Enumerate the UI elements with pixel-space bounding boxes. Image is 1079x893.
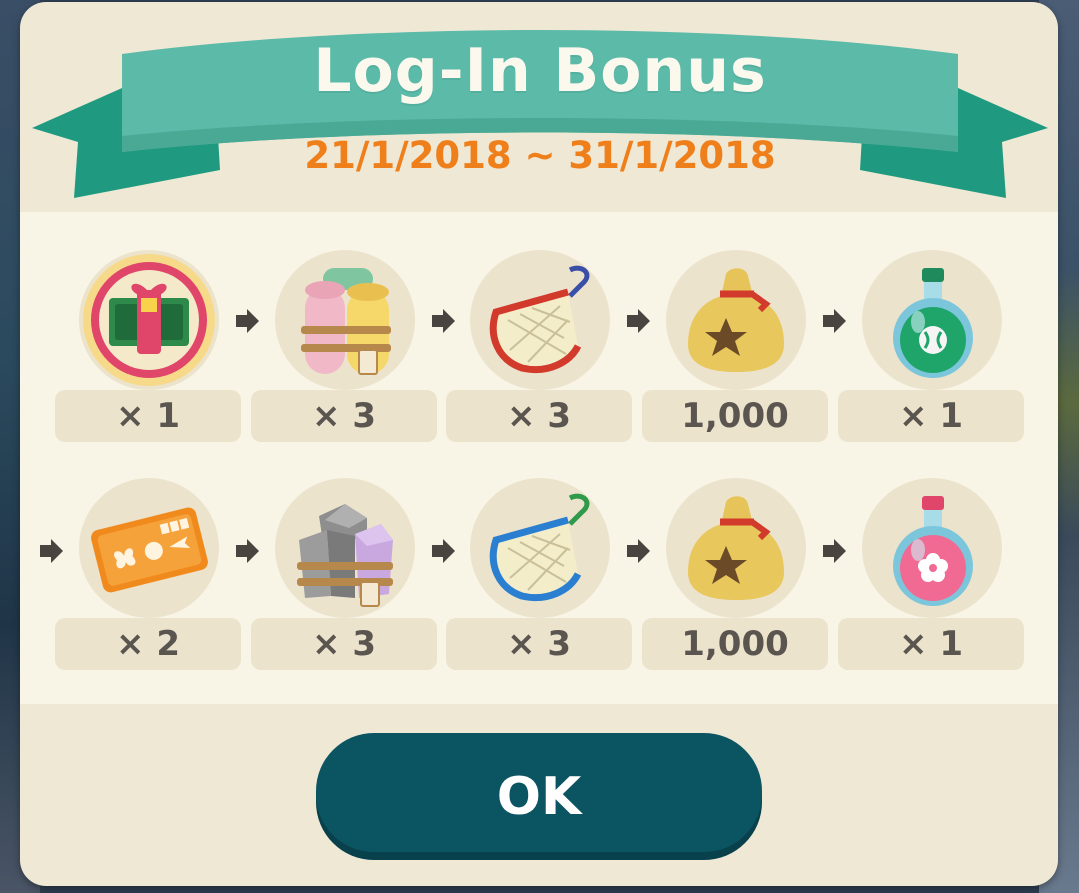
arrow-right-icon [432, 309, 455, 333]
pink-potion-icon [862, 478, 1002, 618]
reward-day-3: × 3 [446, 250, 632, 442]
date-range: 21/1/2018 ~ 31/1/2018 [304, 134, 776, 177]
arrow-right-icon [823, 309, 846, 333]
reward-count: × 1 [55, 390, 241, 442]
reward-count: 1,000 [642, 618, 828, 670]
reward-count: × 3 [251, 390, 437, 442]
reward-count: × 1 [838, 390, 1024, 442]
reward-count: × 1 [838, 618, 1024, 670]
green-potion-icon [862, 250, 1002, 390]
gift-ticket-icon [79, 250, 219, 390]
arrow-right-icon [627, 309, 650, 333]
blue-net-icon [470, 478, 610, 618]
red-net-icon [470, 250, 610, 390]
reward-count: 1,000 [642, 390, 828, 442]
reward-day-1: × 1 [55, 250, 241, 442]
ok-button[interactable]: OK [316, 733, 762, 860]
orange-ticket-icon [79, 478, 219, 618]
reward-day-9: 1,000 [642, 478, 828, 670]
reward-day-10: × 1 [838, 478, 1024, 670]
arrow-right-icon [236, 309, 259, 333]
reward-count: × 3 [446, 390, 632, 442]
reward-count: × 3 [446, 618, 632, 670]
reward-day-4: 1,000 [642, 250, 828, 442]
fabric-rolls-icon [275, 250, 415, 390]
reward-count: × 3 [251, 618, 437, 670]
reward-count: × 2 [55, 618, 241, 670]
reward-day-6: × 2 [55, 478, 241, 670]
stone-bundle-icon [275, 478, 415, 618]
reward-day-7: × 3 [251, 478, 437, 670]
bell-bag-icon [666, 250, 806, 390]
reward-day-2: × 3 [251, 250, 437, 442]
dialog-title: Log-In Bonus [313, 36, 767, 106]
reward-day-5: × 1 [838, 250, 1024, 442]
bell-bag-icon [666, 478, 806, 618]
reward-day-8: × 3 [446, 478, 632, 670]
